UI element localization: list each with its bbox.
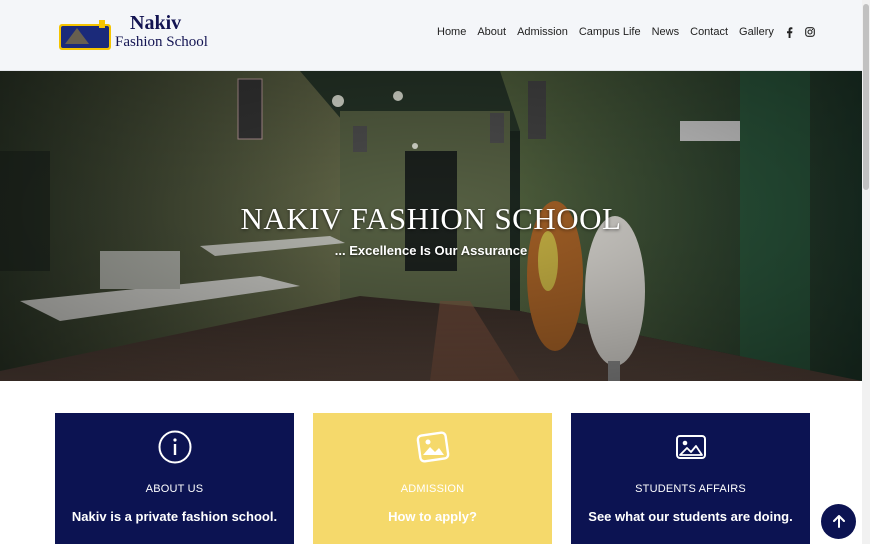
card-title: ABOUT US	[145, 483, 204, 495]
nav-admission[interactable]: Admission	[517, 26, 568, 38]
nav-campus-life[interactable]: Campus Life	[579, 26, 641, 38]
hero-tagline: ... Excellence Is Our Assurance	[334, 243, 528, 258]
logo-subtitle[interactable]: Fashion School	[115, 34, 208, 51]
card-about-us[interactable]: ABOUT US Nakiv is a private fashion scho…	[55, 413, 294, 544]
image-icon	[675, 435, 706, 459]
arrow-up-icon	[832, 515, 845, 528]
card-text: Nakiv is a private fashion school.	[71, 509, 278, 524]
card-students-affairs[interactable]: STUDENTS AFFAIRS See what our students a…	[571, 413, 810, 544]
site-header: Nakiv Fashion School Home About Admissio…	[0, 0, 862, 71]
nav-contact[interactable]: Contact	[690, 26, 728, 38]
facebook-icon[interactable]	[785, 26, 795, 38]
card-admission[interactable]: ADMISSION How to apply?	[313, 413, 552, 544]
card-text: See what our students are doing.	[588, 509, 793, 524]
instagram-icon[interactable]	[805, 27, 815, 37]
card-text: How to apply?	[388, 509, 477, 524]
card-title: STUDENTS AFFAIRS	[635, 483, 746, 495]
hero-title: NAKIV FASHION SCHOOL	[240, 201, 622, 236]
nav-gallery[interactable]: Gallery	[739, 26, 774, 38]
nav-news[interactable]: News	[652, 26, 680, 38]
hero-banner: NAKIV FASHION SCHOOL ... Excellence Is O…	[0, 71, 862, 381]
scrollbar-thumb[interactable]	[863, 4, 869, 190]
nav-home[interactable]: Home	[437, 26, 466, 38]
card-title: ADMISSION	[400, 483, 465, 495]
logo-title[interactable]: Nakiv	[130, 12, 181, 35]
main-nav: Home About Admission Campus Life News Co…	[437, 26, 825, 38]
logo-badge[interactable]	[59, 20, 111, 52]
nav-about[interactable]: About	[477, 26, 506, 38]
info-circle-icon	[158, 430, 191, 464]
page-scrollbar[interactable]	[862, 0, 870, 544]
image-icon	[416, 431, 449, 463]
back-to-top-button[interactable]	[821, 504, 856, 539]
page: Nakiv Fashion School Home About Admissio…	[0, 0, 862, 544]
